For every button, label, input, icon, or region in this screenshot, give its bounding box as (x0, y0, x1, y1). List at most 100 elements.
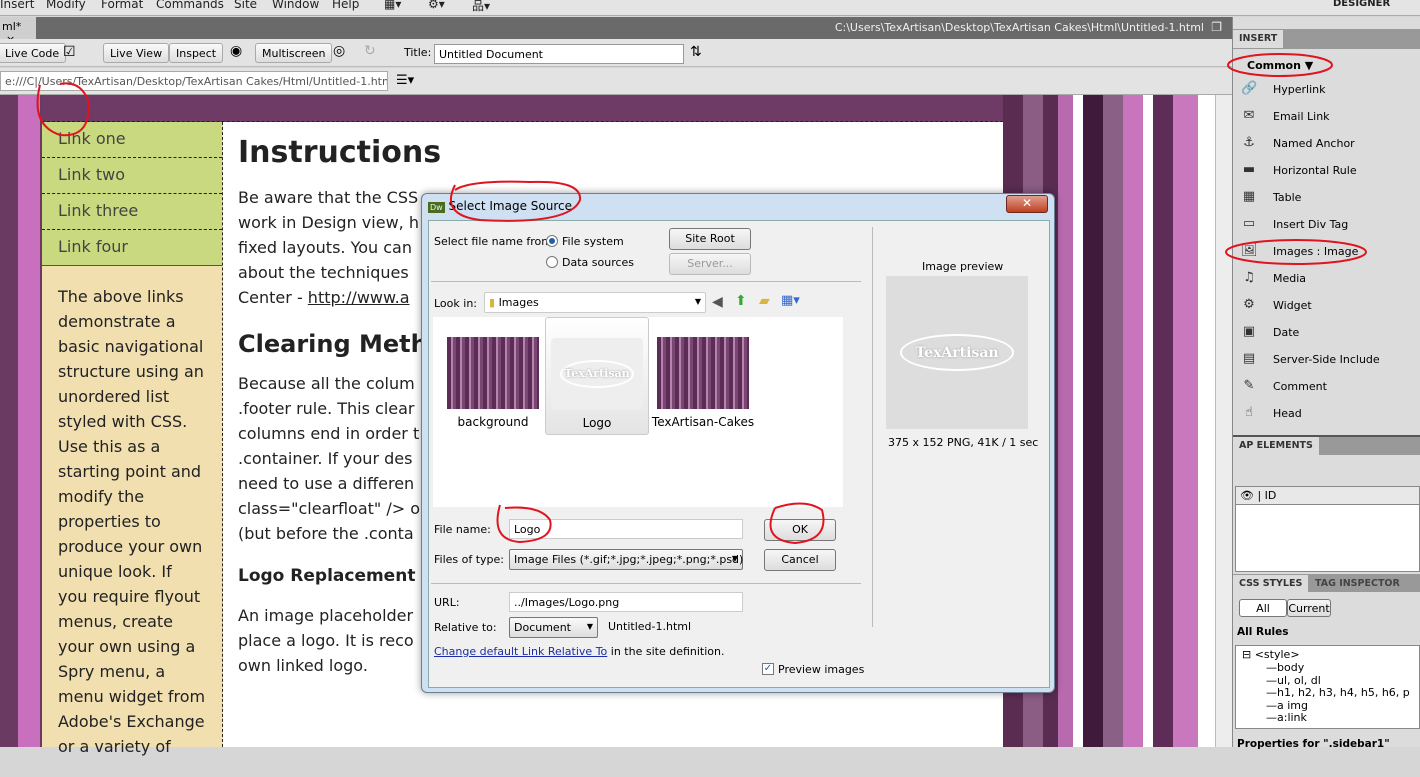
nav-link-one[interactable]: Link one (42, 122, 222, 158)
title-input[interactable]: Untitled Document (434, 44, 684, 64)
files-of-type-dropdown[interactable]: Image Files (*.gif;*.jpg;*.jpeg;*.png;*.… (509, 549, 743, 570)
insert-item[interactable]: ⚙ Widget (1239, 295, 1414, 317)
folder-icon: ▮ (489, 296, 496, 309)
all-button[interactable]: All (1239, 599, 1287, 617)
cancel-button[interactable]: Cancel (764, 549, 836, 571)
insert-item[interactable]: ▭ Insert Div Tag (1239, 214, 1414, 236)
multiscreen-button[interactable]: Multiscreen (255, 43, 333, 63)
collapse-icon[interactable]: ⊟ (1242, 648, 1251, 661)
document-tab[interactable]: ml* × (0, 17, 36, 46)
relative-file: Untitled-1.html (608, 620, 692, 633)
menu-window[interactable]: Window (272, 0, 319, 11)
refresh-icon[interactable]: ↻ (364, 43, 376, 59)
insert-item-label: Table (1273, 191, 1302, 204)
look-in-dropdown[interactable]: ▮ Images (484, 292, 706, 313)
inspect-button[interactable]: Inspect (169, 43, 224, 63)
gear-icon[interactable]: ⚙▾ (428, 0, 445, 11)
insert-item[interactable]: ✉ Email Link (1239, 106, 1414, 128)
date-icon: ▣ (1242, 324, 1256, 339)
preview-images-checkbox[interactable]: ✓ (762, 663, 774, 675)
live-code-button[interactable]: Live Code (0, 43, 67, 63)
css-rules-tree[interactable]: ⊟ <style> —body —ul, ol, dl —h1, h2, h3, h… (1235, 645, 1420, 729)
css-rule-label: a img (1277, 698, 1308, 712)
insert-item[interactable]: ▬ Horizontal Rule (1239, 160, 1414, 182)
data-sources-radio[interactable] (546, 256, 558, 268)
preview-logo-text: TexArtisan (900, 334, 1014, 371)
file-background[interactable]: background (441, 317, 545, 435)
insert-item-label: Horizontal Rule (1273, 164, 1357, 177)
menu-bar: Insert Modify Format Commands Site Windo… (0, 0, 1420, 16)
up-folder-icon[interactable]: ⬆ (735, 293, 747, 309)
logo-text: TexArtisan (560, 359, 634, 389)
menu-modify[interactable]: Modify (46, 0, 86, 11)
css-styles-tab[interactable]: CSS STYLES (1233, 575, 1309, 593)
insert-category-dropdown[interactable]: Common ▼ (1247, 59, 1313, 72)
div-icon: ▭ (1242, 216, 1256, 231)
heading-instructions: Instructions (238, 135, 442, 170)
category-label: Common (1247, 59, 1301, 72)
file-management-icon[interactable]: ⇅ (690, 44, 702, 60)
menu-site[interactable]: Site (234, 0, 257, 11)
file-logo[interactable]: TexArtisan Logo (545, 317, 649, 435)
email-icon: ✉ (1243, 108, 1255, 123)
menu-commands[interactable]: Commands (156, 0, 224, 11)
site-icon[interactable]: 品▾ (472, 0, 490, 14)
file-name-label: File name: (434, 523, 491, 536)
hyperlink-icon: 🔗 (1241, 81, 1258, 96)
design-scrollbar[interactable] (1215, 95, 1232, 747)
new-folder-icon[interactable]: ▰ (759, 293, 770, 309)
image-icon: 🖼 (1241, 243, 1258, 258)
ok-button[interactable]: OK (764, 519, 836, 541)
insert-item-label: Hyperlink (1273, 83, 1326, 96)
nav-link-two[interactable]: Link two (42, 158, 222, 194)
address-input[interactable]: e:///C|/Users/TexArtisan/Desktop/TexArti… (0, 71, 388, 91)
tag-inspector-tab[interactable]: TAG INSPECTOR (1309, 575, 1406, 593)
insert-item[interactable]: ⚓ Named Anchor (1239, 133, 1414, 155)
url-input[interactable]: ../Images/Logo.png (509, 592, 743, 612)
globe-icon[interactable]: ◉ (230, 43, 242, 59)
dialog-close-button[interactable]: ✕ (1006, 195, 1048, 213)
style-node[interactable]: <style> (1255, 648, 1300, 661)
restore-icon[interactable]: ❐ (1211, 20, 1222, 34)
insert-item[interactable]: ✎ Comment (1239, 376, 1414, 398)
live-view-button[interactable]: Live View (103, 43, 170, 63)
ap-elements-list[interactable]: 👁 | ID (1235, 486, 1420, 572)
menu-insert[interactable]: Insert (0, 0, 34, 11)
change-link-suffix: in the site definition. (607, 645, 725, 658)
server-button[interactable]: Server... (669, 253, 751, 275)
hr-icon: ▬ (1242, 162, 1256, 177)
all-rules-label: All Rules (1237, 626, 1289, 638)
file-name-input[interactable]: Logo (509, 519, 743, 539)
browser-options-icon[interactable]: ☰▾ (396, 73, 414, 88)
layout-icon[interactable]: ▦▾ (384, 0, 401, 11)
check-icon[interactable]: ☑ (63, 44, 76, 60)
adobe-link[interactable]: http://www.a (308, 288, 410, 307)
nav-link-four[interactable]: Link four (42, 230, 222, 266)
insert-item[interactable]: ▦ Table (1239, 187, 1414, 209)
change-default-link[interactable]: Change default Link Relative To (434, 645, 607, 658)
insert-item[interactable]: ☝ Head (1239, 403, 1414, 425)
menu-format[interactable]: Format (101, 0, 143, 11)
insert-item[interactable]: 🔗 Hyperlink (1239, 79, 1414, 101)
workspace-switcher[interactable]: DESIGNER (1333, 0, 1390, 9)
current-button[interactable]: Current (1287, 599, 1331, 617)
insert-item[interactable]: 🖼 Images : Image (1239, 241, 1414, 263)
css-rule[interactable]: —a:link (1266, 711, 1410, 725)
insert-item[interactable]: ▤ Server-Side Include (1239, 349, 1414, 371)
file-list[interactable]: background TexArtisan Logo TexArtisan-Cak… (433, 317, 843, 507)
file-label: TexArtisan-Cakes (651, 415, 755, 429)
file-system-radio[interactable] (546, 235, 558, 247)
site-root-button[interactable]: Site Root (669, 228, 751, 250)
visual-aids-icon[interactable]: ◎ (333, 43, 345, 59)
back-icon[interactable]: ◀ (712, 294, 723, 310)
insert-item[interactable]: ▣ Date (1239, 322, 1414, 344)
insert-item-label: Email Link (1273, 110, 1330, 123)
insert-item[interactable]: ♫ Media (1239, 268, 1414, 290)
nav-link-three[interactable]: Link three (42, 194, 222, 230)
ap-elements-tab[interactable]: AP ELEMENTS (1233, 437, 1319, 455)
view-menu-icon[interactable]: ▦▾ (781, 293, 800, 308)
menu-help[interactable]: Help (332, 0, 359, 11)
file-texartisan-cakes[interactable]: TexArtisan-Cakes (651, 317, 755, 435)
insert-tab[interactable]: INSERT (1233, 30, 1284, 48)
relative-to-dropdown[interactable]: Document (509, 617, 598, 638)
